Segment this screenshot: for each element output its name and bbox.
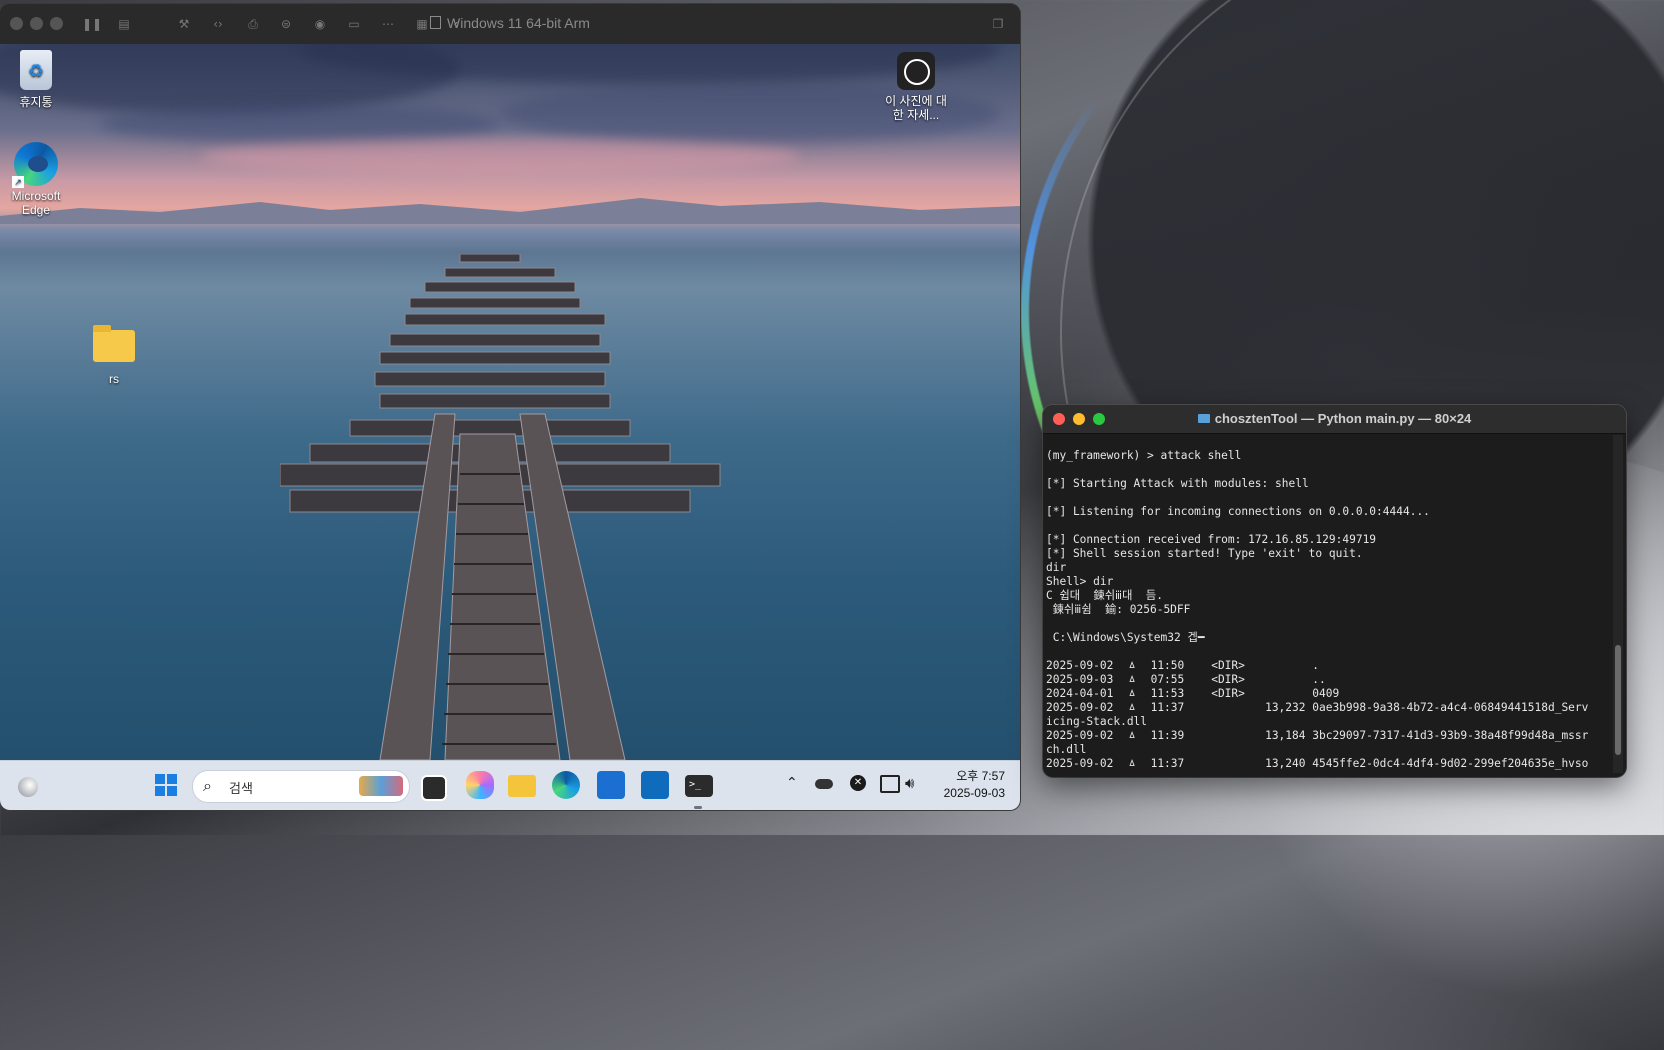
search-highlight-icon xyxy=(359,776,403,796)
wooden-pier xyxy=(280,254,721,760)
terminal-line: 2025-09-03 ㅿ 07:55 <DIR> .. xyxy=(1046,673,1326,686)
outlook-icon[interactable] xyxy=(641,771,669,799)
terminal-line: 2025-09-02 ㅿ 11:50 <DIR> . xyxy=(1046,659,1319,672)
clock-date: 2025-09-03 xyxy=(943,786,1005,800)
folder-icon xyxy=(1197,414,1210,423)
volume-icon[interactable]: 🔊︎ xyxy=(905,774,914,792)
task-view-icon[interactable] xyxy=(421,775,447,801)
widgets-icon[interactable] xyxy=(18,777,38,797)
terminal-line: (my_framework) > attack shell xyxy=(1046,449,1242,462)
terminal-line: Shell> dir xyxy=(1046,575,1114,588)
shortcut-arrow-icon: ↗ xyxy=(12,176,24,188)
store-icon[interactable] xyxy=(597,771,625,799)
edge-taskbar-icon[interactable] xyxy=(552,771,580,799)
terminal-line: [*] Shell session started! Type 'exit' t… xyxy=(1046,547,1363,560)
vm-title: Windows 11 64-bit Arm xyxy=(0,15,1020,31)
windows-desktop: ♻ 휴지통 ↗ Microsoft Edge 이 사진에 대한 자세... rs xyxy=(0,44,1020,760)
document-icon xyxy=(430,16,442,29)
terminal-line: [*] Connection received from: 172.16.85.… xyxy=(1046,533,1377,546)
edge-icon: ↗ xyxy=(12,142,58,188)
terminal-line: 2024-04-01 ㅿ 11:53 <DIR> 0409 xyxy=(1046,687,1340,700)
windows-taskbar: ⌕ 검색 >_ ⌃ ✕ 🔊︎ 오후 7:57 2025-09-03 xyxy=(0,760,1020,810)
terminal-line: 2025-09-02 ㅿ 11:37 13,232 0ae3b998-9a38-… xyxy=(1046,701,1589,714)
start-button[interactable] xyxy=(155,774,177,796)
desktop-icon-recycle-bin[interactable]: ♻ 휴지통 xyxy=(0,50,76,110)
chevron-up-icon[interactable]: ⌃ xyxy=(786,775,798,791)
vm-titlebar[interactable]: ❚❚ ▤ ⚒ ‹› ⎙ ⊜ ◉ ▭ ⋯ ▦ ‹ Windows 11 64-bi… xyxy=(0,4,1020,45)
search-icon: ⌕ xyxy=(203,776,212,795)
desktop-icon-spotlight[interactable]: 이 사진에 대한 자세... xyxy=(876,52,956,122)
terminal-window[interactable]: chosztenTool — Python main.py — 80×24 (m… xyxy=(1043,405,1626,777)
spotlight-label: 이 사진에 대한 자세... xyxy=(885,94,947,122)
terminal-taskbar-icon[interactable]: >_ xyxy=(685,775,713,797)
terminal-line: ch.dll xyxy=(1046,743,1087,756)
terminal-title: chosztenTool — Python main.py — 80×24 xyxy=(1043,411,1626,426)
edge-label: Microsoft Edge xyxy=(11,189,61,217)
active-indicator xyxy=(694,806,702,809)
terminal-line: icing-Stack.dll xyxy=(1046,715,1148,728)
terminal-line: dir xyxy=(1046,561,1067,574)
terminal-line: [*] Listening for incoming connections o… xyxy=(1046,505,1430,518)
mountains xyxy=(0,198,1020,224)
scrollbar-thumb[interactable] xyxy=(1615,645,1621,755)
window-restore-icon[interactable]: ❐ xyxy=(990,17,1006,31)
error-icon[interactable]: ✕ xyxy=(850,775,866,791)
file-explorer-icon[interactable] xyxy=(508,775,536,797)
folder-icon xyxy=(93,325,135,362)
terminal-titlebar[interactable]: chosztenTool — Python main.py — 80×24 xyxy=(1043,405,1626,434)
terminal-scrollbar[interactable] xyxy=(1613,435,1623,773)
taskbar-search[interactable]: ⌕ 검색 xyxy=(192,770,410,803)
terminal-line: C:\Windows\System32 겝━ xyxy=(1046,631,1205,644)
clock-time: 오후 7:57 xyxy=(956,769,1005,783)
terminal-line: 鍊쉬ⅲ쉼 鍮: 0256-5DFF xyxy=(1046,603,1191,616)
desktop-icon-edge[interactable]: ↗ Microsoft Edge xyxy=(0,142,76,217)
recycle-bin-icon: ♻ xyxy=(20,50,52,90)
terminal-output[interactable]: (my_framework) > attack shell [*] Startin… xyxy=(1046,449,1608,775)
copilot-icon[interactable] xyxy=(466,771,494,799)
onedrive-icon[interactable] xyxy=(815,779,833,789)
desktop-icon-folder[interactable]: rs xyxy=(74,325,154,386)
vm-window[interactable]: ❚❚ ▤ ⚒ ‹› ⎙ ⊜ ◉ ▭ ⋯ ▦ ‹ Windows 11 64-bi… xyxy=(0,4,1020,810)
camera-spotlight-icon xyxy=(897,52,935,90)
terminal-line: C 쉽대 鍊쉬ⅲ대 듬. xyxy=(1046,589,1163,602)
terminal-line: 2025-09-02 ㅿ 11:39 13,184 3bc29097-7317-… xyxy=(1046,729,1589,742)
network-icon[interactable] xyxy=(880,775,900,793)
clock[interactable]: 오후 7:57 2025-09-03 xyxy=(935,768,1005,802)
terminal-line: [*] Starting Attack with modules: shell xyxy=(1046,477,1309,490)
terminal-line: 2025-09-02 ㅿ 11:37 13,240 4545ffe2-0dc4-… xyxy=(1046,757,1589,770)
folder-label: rs xyxy=(109,372,119,386)
recycle-bin-label: 휴지통 xyxy=(19,95,53,109)
search-placeholder: 검색 xyxy=(229,782,253,797)
